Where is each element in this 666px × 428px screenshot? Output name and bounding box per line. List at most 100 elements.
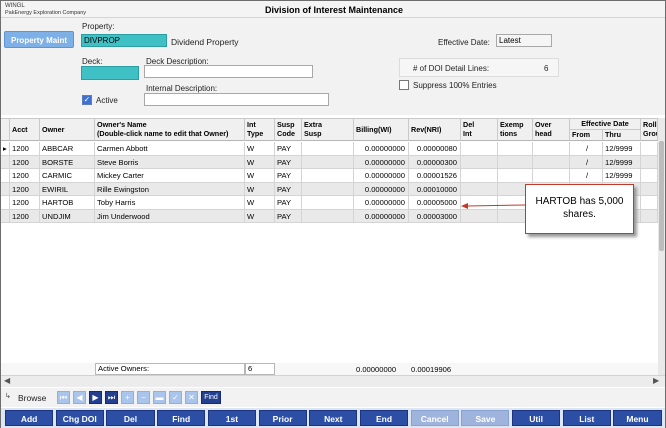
grid-cell-owner[interactable]: ABBCAR (40, 142, 95, 156)
grid-cell-empty[interactable] (461, 182, 498, 196)
grid-cell-owner[interactable]: EWIRIL (40, 182, 95, 196)
rev-header[interactable]: Rev(NRI) (409, 119, 461, 141)
grid-cell-empty[interactable] (641, 209, 658, 223)
grid-cell-empty[interactable] (461, 155, 498, 169)
active-checkbox[interactable]: ✓ (82, 95, 92, 105)
grid-cell-empty[interactable] (461, 142, 498, 156)
vertical-scroll-thumb[interactable] (659, 141, 664, 251)
grid-cell-from[interactable]: / (570, 155, 603, 169)
grid-cell-int_type[interactable]: W (245, 155, 275, 169)
acct-header[interactable]: Acct (10, 119, 40, 141)
exemptions-header[interactable]: Exemp tions (498, 119, 533, 141)
grid-cell-name[interactable]: Jim Underwood (95, 209, 245, 223)
susp-code-header[interactable]: Susp Code (275, 119, 302, 141)
grid-cell-empty[interactable] (533, 142, 570, 156)
find-button[interactable]: Find (201, 391, 221, 404)
grid-cell-empty[interactable] (641, 169, 658, 183)
grid-cell-name[interactable]: Toby Harris (95, 196, 245, 210)
grid-cell-susp[interactable]: PAY (275, 182, 302, 196)
grid-cell-owner[interactable]: BORSTE (40, 155, 95, 169)
grid-cell-rev[interactable]: 0.00010000 (409, 182, 461, 196)
del-int-header[interactable]: Del Int (461, 119, 498, 141)
grid-cell-rev[interactable]: 0.00005000 (409, 196, 461, 210)
from-header[interactable]: From (570, 130, 603, 141)
grid-cell-susp[interactable]: PAY (275, 142, 302, 156)
suppress-checkbox[interactable] (399, 80, 409, 90)
grid-cell-billing[interactable]: 0.00000000 (354, 209, 409, 223)
delete-record-icon[interactable]: − (137, 391, 150, 404)
util-button[interactable]: Util (512, 410, 561, 426)
int-type-header[interactable]: Int Type (245, 119, 275, 141)
add-button[interactable]: Add (5, 410, 54, 426)
grid-cell-empty[interactable] (302, 182, 354, 196)
prior-button[interactable]: Prior (258, 410, 307, 426)
grid-cell-owner[interactable]: CARMIC (40, 169, 95, 183)
grid-cell-acct[interactable]: 1200 (10, 196, 40, 210)
grid-cell-empty[interactable] (302, 196, 354, 210)
grid-cell-empty[interactable] (498, 169, 533, 183)
grid-cell-name[interactable]: Rille Ewingston (95, 182, 245, 196)
grid-cell-name[interactable]: Carmen Abbott (95, 142, 245, 156)
cancel-button[interactable]: Cancel (410, 410, 459, 426)
table-row[interactable]: 1200 CARMIC Mickey Carter W PAY 0.00000000 0.0… (1, 169, 658, 183)
grid-cell-acct[interactable]: 1200 (10, 169, 40, 183)
edit-record-icon[interactable]: ▬ (153, 391, 166, 404)
grid-cell-billing[interactable]: 0.00000000 (354, 196, 409, 210)
grid-cell-int_type[interactable]: W (245, 196, 275, 210)
grid-cell-empty[interactable] (641, 182, 658, 196)
grid-cell-acct[interactable]: 1200 (10, 182, 40, 196)
grid-cell-thru[interactable]: 12/9999 (603, 142, 641, 156)
next-button[interactable]: Next (309, 410, 358, 426)
overhead-header[interactable]: Over head (533, 119, 570, 141)
owner-name-header[interactable]: Owner's Name (Double-click name to edit … (95, 119, 245, 141)
save-button[interactable]: Save (461, 410, 510, 426)
grid-cell-susp[interactable]: PAY (275, 169, 302, 183)
grid-cell-empty[interactable] (498, 155, 533, 169)
property-field[interactable]: DIVPROP (81, 34, 167, 47)
owner-header[interactable]: Owner (40, 119, 95, 141)
roll-group-header[interactable]: Roll Grou (641, 119, 658, 141)
add-record-icon[interactable]: + (121, 391, 134, 404)
billing-header[interactable]: Billing(WI) (354, 119, 409, 141)
grid-cell-thru[interactable]: 12/9999 (603, 169, 641, 183)
grid-cell-acct[interactable]: 1200 (10, 209, 40, 223)
grid-cell-empty[interactable] (641, 142, 658, 156)
grid-cell-name[interactable]: Mickey Carter (95, 169, 245, 183)
grid-cell-from[interactable]: / (570, 169, 603, 183)
grid-cell-billing[interactable]: 0.00000000 (354, 182, 409, 196)
property-maint-button[interactable]: Property Maint (4, 31, 74, 48)
grid-cell-billing[interactable]: 0.00000000 (354, 142, 409, 156)
internal-description-field[interactable] (144, 93, 329, 106)
grid-cell-susp[interactable]: PAY (275, 155, 302, 169)
grid-cell-rev[interactable]: 0.00003000 (409, 209, 461, 223)
grid-cell-empty[interactable] (641, 155, 658, 169)
first-record-icon[interactable]: ⏮ (57, 391, 70, 404)
grid-cell-acct[interactable]: 1200 (10, 155, 40, 169)
grid-cell-empty[interactable] (302, 142, 354, 156)
grid-cell-int_type[interactable]: W (245, 169, 275, 183)
grid-cell-acct[interactable]: 1200 (10, 142, 40, 156)
grid-cell-rev[interactable]: 0.00000080 (409, 142, 461, 156)
grid-cell-int_type[interactable]: W (245, 142, 275, 156)
cancel-icon[interactable]: ✕ (185, 391, 198, 404)
scroll-left-icon[interactable]: ◀ (4, 376, 10, 385)
grid-cell-susp[interactable]: PAY (275, 209, 302, 223)
horizontal-scrollbar[interactable]: ◀ ▶ (1, 375, 665, 387)
grid-cell-empty[interactable] (498, 142, 533, 156)
thru-header[interactable]: Thru (603, 130, 641, 141)
table-row[interactable]: ▸ 1200 ABBCAR Carmen Abbott W PAY 0.00000000 0.… (1, 142, 658, 156)
grid-cell-owner[interactable]: UNDJIM (40, 209, 95, 223)
1st-button[interactable]: 1st (207, 410, 256, 426)
next-record-icon[interactable]: ▶ (89, 391, 102, 404)
prior-record-icon[interactable]: ◀ (73, 391, 86, 404)
menu-button[interactable]: Menu (613, 410, 662, 426)
effective-date-field[interactable]: Latest (496, 34, 552, 47)
grid-cell-empty[interactable] (302, 155, 354, 169)
grid-cell-susp[interactable]: PAY (275, 196, 302, 210)
grid-cell-int_type[interactable]: W (245, 182, 275, 196)
deck-field[interactable] (81, 66, 139, 80)
grid-cell-billing[interactable]: 0.00000000 (354, 169, 409, 183)
find-button[interactable]: Find (157, 410, 206, 426)
grid-cell-rev[interactable]: 0.00000300 (409, 155, 461, 169)
grid-cell-billing[interactable]: 0.00000000 (354, 155, 409, 169)
